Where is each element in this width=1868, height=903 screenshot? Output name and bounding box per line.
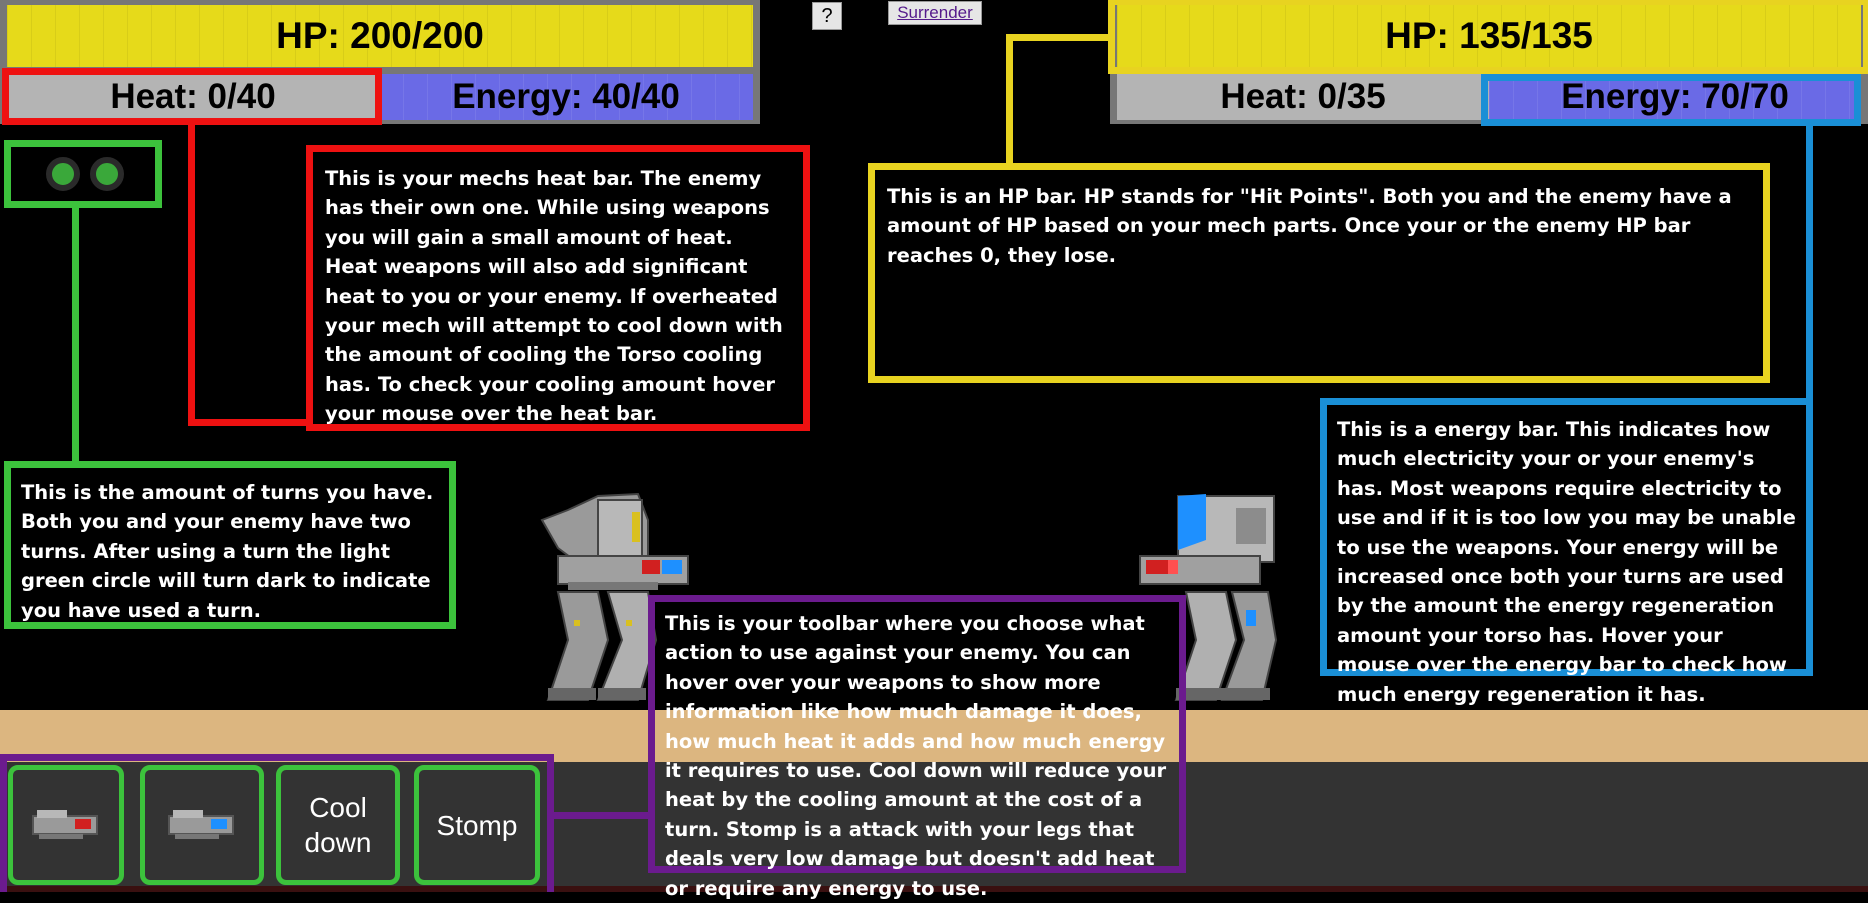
cooldown-label: Cool down [304, 792, 372, 858]
weapon-2-button[interactable] [140, 765, 264, 885]
hp-connector-h [1006, 34, 1112, 41]
enemy-mech-cockpit [1177, 494, 1275, 563]
toolbar-connector-h [552, 812, 652, 819]
player-energy-bar[interactable]: Energy: 40/40 [379, 74, 753, 120]
surrender-button[interactable]: Surrender [888, 1, 982, 25]
energy-connector-v [1806, 124, 1813, 404]
heat-connector-v [188, 124, 195, 426]
turns-tooltip: This is the amount of turns you have. Bo… [4, 461, 456, 629]
turns-connector-v [72, 207, 79, 465]
turns-highlight-frame [4, 140, 162, 208]
heat-highlight-frame [2, 68, 382, 125]
enemy-mech-legs [1174, 591, 1278, 701]
player-mech-legs [546, 591, 658, 701]
player-mech-gun [557, 555, 689, 590]
heat-connector-h [188, 419, 310, 426]
hp-connector-v [1006, 34, 1013, 167]
cooldown-button[interactable]: Cool down [276, 765, 400, 885]
enemy-heat-bar[interactable]: Heat: 0/35 [1117, 74, 1489, 120]
player-mech-cockpit [540, 492, 649, 561]
red-laser-gun-icon [32, 810, 98, 839]
heat-tooltip: This is your mechs heat bar. The enemy h… [306, 145, 810, 431]
energy-highlight-frame [1481, 74, 1861, 126]
help-button[interactable]: ? [812, 2, 842, 30]
hp-highlight-frame [1108, 0, 1868, 74]
hp-tooltip: This is an HP bar. HP stands for "Hit Po… [868, 163, 1770, 383]
blue-laser-gun-icon [168, 810, 234, 839]
toolbar-tooltip: This is your toolbar where you choose wh… [648, 595, 1186, 900]
stomp-label: Stomp [436, 809, 518, 841]
weapon-1-button[interactable] [8, 765, 124, 885]
player-hp-bar[interactable]: HP: 200/200 [7, 5, 753, 67]
energy-tooltip: This is a energy bar. This indicates how… [1320, 398, 1813, 706]
enemy-mech-gun [1139, 555, 1261, 585]
stomp-button[interactable]: Stomp [414, 765, 540, 885]
